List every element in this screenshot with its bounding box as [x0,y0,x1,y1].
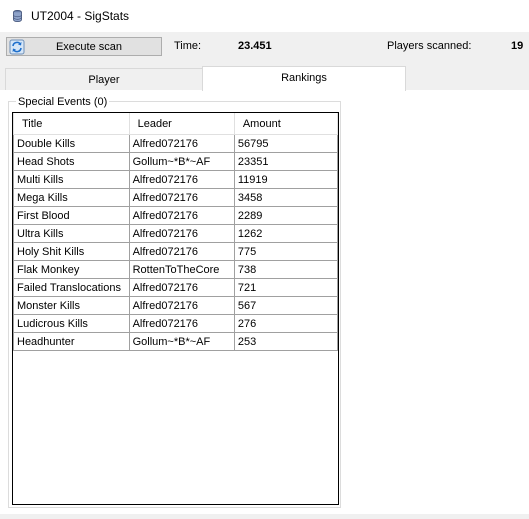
execute-scan-label: Execute scan [55,41,123,53]
table-row[interactable]: Mega Kills Alfred072176 3458 [13,188,339,207]
tab-rankings[interactable]: Rankings [202,66,406,91]
execute-scan-button[interactable]: Execute scan [6,37,162,56]
cell-amount: 11919 [233,170,339,189]
cell-amount: 775 [233,242,339,261]
status-edge [0,514,529,519]
rankings-table: Title Leader Amount Double Kills Alfred07… [13,113,339,351]
title-bar: UT2004 - SigStats [0,0,529,32]
special-events-group-title: Special Events (0) [16,96,110,108]
column-header-amount[interactable]: Amount [233,113,339,135]
cell-leader: Alfred072176 [128,206,235,225]
cell-leader: Alfred072176 [128,242,235,261]
cell-amount: 253 [233,332,339,351]
cell-title: Multi Kills [13,170,130,189]
table-row[interactable]: Headhunter Gollum~*B*~AF 253 [13,332,339,351]
table-row[interactable]: Monster Kills Alfred072176 567 [13,296,339,315]
cell-title: Double Kills [13,134,130,153]
cell-amount: 23351 [233,152,339,171]
cell-leader: Alfred072176 [128,314,235,333]
column-header-leader[interactable]: Leader [128,113,235,135]
tab-strip: Player Rankings [0,60,529,91]
cell-amount: 3458 [233,188,339,207]
cell-leader: Alfred072176 [128,296,235,315]
table-row[interactable]: First Blood Alfred072176 2289 [13,206,339,225]
table-row[interactable]: Holy Shit Kills Alfred072176 775 [13,242,339,261]
cell-title: Headhunter [13,332,130,351]
cell-amount: 276 [233,314,339,333]
cell-title: Failed Translocations [13,278,130,297]
cell-title: Ludicrous Kills [13,314,130,333]
cell-title: Ultra Kills [13,224,130,243]
cell-leader: Gollum~*B*~AF [128,332,235,351]
tab-player[interactable]: Player [5,68,203,90]
table-header-row: Title Leader Amount [13,113,339,135]
cell-title: Flak Monkey [13,260,130,279]
rankings-panel: Special Events (0) Title Leader Amount D… [0,90,529,519]
players-scanned-label: Players scanned: [387,40,472,52]
cell-title: Holy Shit Kills [13,242,130,261]
cell-leader: RottenToTheCore [128,260,235,279]
cell-amount: 2289 [233,206,339,225]
cell-leader: Gollum~*B*~AF [128,152,235,171]
rankings-list[interactable]: Title Leader Amount Double Kills Alfred07… [12,112,339,505]
column-header-title[interactable]: Title [13,113,130,135]
cell-amount: 1262 [233,224,339,243]
table-row[interactable]: Ludicrous Kills Alfred072176 276 [13,314,339,333]
cell-leader: Alfred072176 [128,188,235,207]
cell-title: Head Shots [13,152,130,171]
table-row[interactable]: Multi Kills Alfred072176 11919 [13,170,339,189]
time-value: 23.451 [238,40,272,52]
cell-leader: Alfred072176 [128,224,235,243]
table-row[interactable]: Ultra Kills Alfred072176 1262 [13,224,339,243]
table-row[interactable]: Double Kills Alfred072176 56795 [13,134,339,153]
cell-leader: Alfred072176 [128,170,235,189]
cell-title: Mega Kills [13,188,130,207]
time-label: Time: [174,40,202,52]
table-row[interactable]: Failed Translocations Alfred072176 721 [13,278,339,297]
database-icon [13,10,22,22]
players-scanned-value: 19 [511,40,524,52]
window-title: UT2004 - SigStats [31,9,130,23]
table-row[interactable]: Head Shots Gollum~*B*~AF 23351 [13,152,339,171]
toolbar: Execute scan Time: 23.451 Players scanne… [0,32,529,60]
cell-amount: 721 [233,278,339,297]
cell-amount: 567 [233,296,339,315]
cell-amount: 56795 [233,134,339,153]
cell-title: Monster Kills [13,296,130,315]
cell-leader: Alfred072176 [128,134,235,153]
cell-amount: 738 [233,260,339,279]
cell-leader: Alfred072176 [128,278,235,297]
table-row[interactable]: Flak Monkey RottenToTheCore 738 [13,260,339,279]
cell-title: First Blood [13,206,130,225]
